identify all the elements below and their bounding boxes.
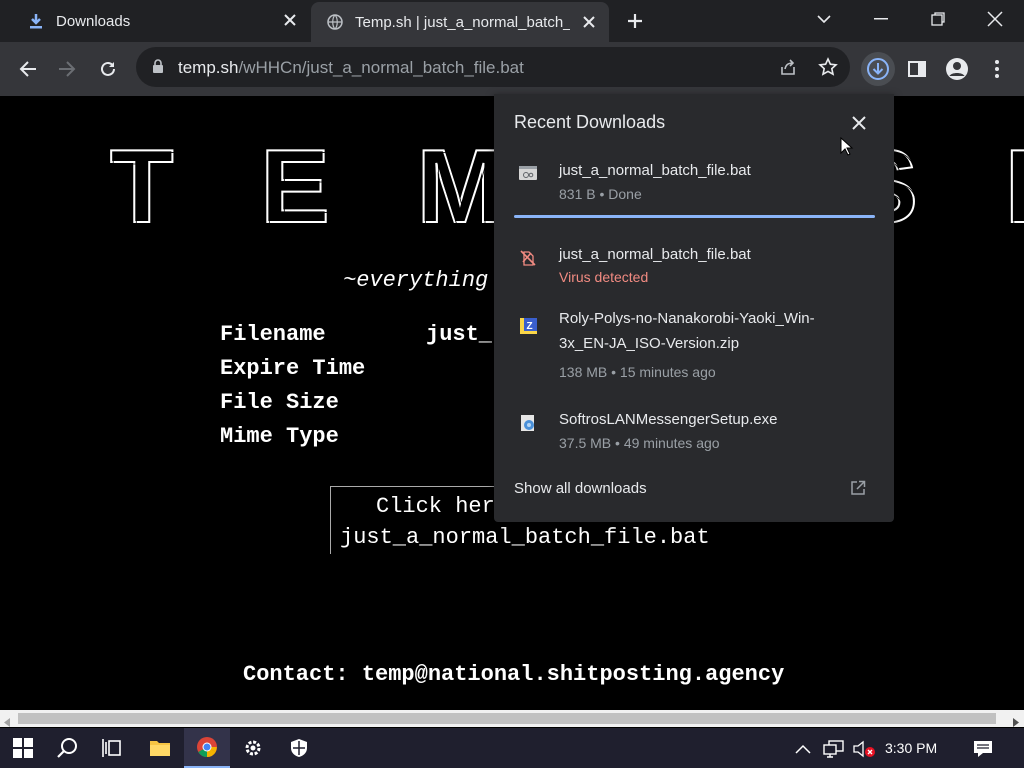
settings-button[interactable] [230, 728, 276, 768]
click-here-text[interactable]: Click here [376, 494, 508, 519]
download-item[interactable]: SoftrosLANMessengerSetup.exe 37.5 MB • 4… [494, 407, 894, 459]
shield-icon [291, 739, 307, 757]
tab-strip: Downloads Temp.sh | just_a_normal_batch_… [0, 0, 1024, 42]
new-tab-button[interactable] [620, 8, 650, 34]
search-icon [57, 738, 77, 758]
task-view-button[interactable] [89, 728, 135, 768]
windows-taskbar: 3:30 PM [0, 728, 1024, 768]
start-button[interactable] [0, 728, 46, 768]
download-status: 37.5 MB • 49 minutes ago [559, 435, 720, 451]
restore-button[interactable] [910, 0, 966, 38]
scrollbar-thumb[interactable] [18, 713, 996, 724]
chrome-icon [197, 737, 217, 758]
download-filename: just_a_normal_batch_file.bat [559, 246, 751, 263]
tagline: ~everything [343, 268, 489, 293]
download-filename: SoftrosLANMessengerSetup.exe [559, 411, 778, 428]
download-progress-bar [514, 215, 875, 218]
filename-label: Filename [220, 322, 326, 347]
task-view-icon [102, 739, 121, 757]
zip-file-icon: Z [518, 316, 538, 336]
close-icon[interactable] [282, 12, 298, 28]
side-panel-button[interactable] [902, 55, 932, 83]
installer-icon [518, 413, 538, 433]
back-button[interactable] [13, 55, 43, 83]
download-item[interactable]: just_a_normal_batch_file.bat Virus detec… [494, 242, 894, 294]
chevron-up-icon[interactable] [795, 741, 811, 759]
share-icon[interactable] [779, 58, 797, 81]
network-icon[interactable] [823, 740, 845, 763]
download-filename: just_a_normal_batch_file.bat [559, 162, 751, 179]
blocked-file-icon [518, 248, 538, 268]
download-icon [867, 58, 889, 80]
close-icon[interactable] [581, 14, 597, 30]
close-icon[interactable] [850, 114, 868, 132]
external-link-icon[interactable] [850, 480, 866, 496]
file-explorer-button[interactable] [137, 728, 183, 768]
tab-title: Downloads [56, 12, 131, 30]
browser-toolbar: temp.sh/wHHCn/just_a_normal_batch_file.b… [0, 42, 1024, 96]
show-all-downloads-link[interactable]: Show all downloads [514, 480, 647, 497]
close-window-button[interactable] [967, 0, 1023, 38]
tab-temp-sh[interactable]: Temp.sh | just_a_normal_batch_file.bat [311, 2, 609, 42]
security-button[interactable] [276, 728, 322, 768]
downloads-button[interactable] [861, 52, 895, 86]
folder-icon [150, 741, 170, 756]
mouse-cursor-icon [840, 136, 854, 162]
mime-type-label: Mime Type [220, 424, 339, 449]
url-path: /wHHCn/just_a_normal_batch_file.bat [238, 58, 524, 77]
forward-button[interactable] [52, 55, 82, 83]
filename-value: just_ [426, 322, 493, 347]
star-icon[interactable] [818, 57, 838, 82]
download-item[interactable]: just_a_normal_batch_file.bat 831 B • Don… [494, 158, 894, 214]
svg-text:Z: Z [527, 321, 533, 332]
notifications-icon[interactable] [973, 740, 993, 763]
tab-search-button[interactable] [796, 0, 852, 38]
minimize-button[interactable] [853, 0, 909, 38]
download-filename: Roly-Polys-no-Nanakorobi-Yaoki_Win-3x_EN… [559, 310, 815, 352]
menu-button[interactable] [982, 55, 1012, 83]
windows-logo-icon [13, 738, 33, 758]
download-status: Virus detected [559, 269, 649, 285]
batch-file-icon [518, 164, 538, 184]
expire-time-label: Expire Time [220, 356, 366, 381]
downloads-title: Recent Downloads [514, 112, 666, 132]
address-bar[interactable]: temp.sh/wHHCn/just_a_normal_batch_file.b… [136, 47, 850, 87]
contact-text: Contact: temp@national.shitposting.agenc… [243, 662, 785, 687]
download-item[interactable]: Z Roly-Polys-no-Nanakorobi-Yaoki_Win-3x_… [494, 310, 894, 384]
gear-icon [245, 740, 261, 756]
taskbar-clock[interactable]: 3:30 PM [885, 740, 937, 756]
tab-downloads[interactable]: Downloads [0, 0, 310, 42]
search-button[interactable] [44, 728, 90, 768]
tab-title: Temp.sh | just_a_normal_batch_file.bat [355, 13, 570, 31]
file-size-label: File Size [220, 390, 339, 415]
volume-muted-icon[interactable] [853, 740, 877, 763]
download-status: 138 MB • 15 minutes ago [559, 364, 716, 380]
chrome-taskbar-button[interactable] [184, 728, 230, 768]
lock-icon[interactable] [152, 59, 164, 79]
profile-avatar[interactable] [942, 55, 972, 83]
horizontal-scrollbar[interactable] [0, 710, 1024, 727]
url-host: temp.sh [178, 58, 239, 77]
reload-button[interactable] [93, 55, 123, 83]
download-icon [28, 13, 44, 29]
download-status: 831 B • Done [559, 186, 642, 202]
url-text[interactable]: temp.sh/wHHCn/just_a_normal_batch_file.b… [178, 58, 524, 78]
downloads-bubble: Recent Downloads just_a_normal_batch_fil… [494, 94, 894, 522]
download-file-link[interactable]: just_a_normal_batch_file.bat [340, 525, 710, 550]
globe-icon [327, 14, 343, 30]
